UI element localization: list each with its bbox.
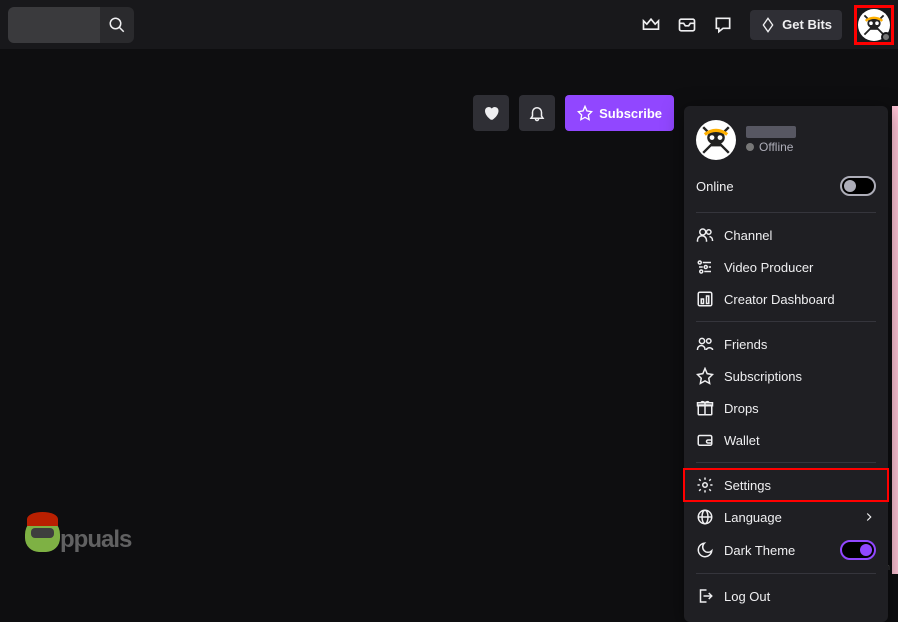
search-input[interactable] <box>8 7 100 43</box>
status-dot-icon <box>746 143 754 151</box>
menu-label: Friends <box>724 337 767 352</box>
crown-icon <box>641 15 661 35</box>
subscribe-button[interactable]: Subscribe <box>565 95 674 131</box>
menu-label: Wallet <box>724 433 760 448</box>
menu-item-friends[interactable]: Friends <box>684 328 888 360</box>
menu-label: Channel <box>724 228 772 243</box>
chat-icon <box>713 15 733 35</box>
get-bits-button[interactable]: Get Bits <box>750 10 842 40</box>
menu-label: Settings <box>724 478 771 493</box>
menu-divider <box>696 212 876 213</box>
menu-user-info: Offline <box>746 126 796 154</box>
whispers-button[interactable] <box>708 10 738 40</box>
menu-item-dark-theme[interactable]: Dark Theme <box>684 533 888 567</box>
drops-icon <box>696 399 714 417</box>
menu-avatar <box>696 120 736 160</box>
prime-loot-button[interactable] <box>636 10 666 40</box>
menu-item-logout[interactable]: Log Out <box>684 580 888 612</box>
menu-label: Subscriptions <box>724 369 802 384</box>
menu-label: Language <box>724 510 782 525</box>
dark-theme-toggle[interactable] <box>840 540 876 560</box>
menu-item-settings[interactable]: Settings <box>684 469 888 501</box>
menu-divider <box>696 321 876 322</box>
menu-divider <box>696 462 876 463</box>
top-bar: Get Bits <box>0 0 898 50</box>
search-button[interactable] <box>100 7 134 43</box>
watermark-text: ppuals <box>60 526 131 554</box>
star-icon <box>696 367 714 385</box>
pink-edge-strip <box>892 106 898 574</box>
search-icon <box>108 16 126 34</box>
menu-item-video-producer[interactable]: Video Producer <box>684 251 888 283</box>
watermark: ppuals <box>25 517 131 554</box>
status-text: Offline <box>759 140 793 154</box>
gear-icon <box>696 476 714 494</box>
moon-icon <box>696 541 714 559</box>
inbox-icon <box>677 15 697 35</box>
menu-item-drops[interactable]: Drops <box>684 392 888 424</box>
chevron-right-icon <box>862 510 876 524</box>
subscribe-label: Subscribe <box>599 106 662 121</box>
dashboard-icon <box>696 290 714 308</box>
status-dot <box>881 32 891 42</box>
top-icons: Get Bits <box>636 9 890 41</box>
online-toggle-row: Online <box>684 170 888 206</box>
online-toggle[interactable] <box>840 176 876 196</box>
menu-status: Offline <box>746 140 796 154</box>
globe-icon <box>696 508 714 526</box>
menu-label: Drops <box>724 401 759 416</box>
menu-item-wallet[interactable]: Wallet <box>684 424 888 456</box>
get-bits-label: Get Bits <box>782 17 832 32</box>
channel-icon <box>696 226 714 244</box>
wallet-icon <box>696 431 714 449</box>
producer-icon <box>696 258 714 276</box>
online-label: Online <box>696 179 734 194</box>
logout-icon <box>696 587 714 605</box>
skull-avatar-icon <box>700 124 732 156</box>
search-box <box>8 7 134 43</box>
inbox-button[interactable] <box>672 10 702 40</box>
channel-action-row: Subscribe <box>0 95 684 131</box>
menu-label: Creator Dashboard <box>724 292 835 307</box>
bell-icon <box>528 104 546 122</box>
notifications-button[interactable] <box>519 95 555 131</box>
follow-button[interactable] <box>473 95 509 131</box>
menu-item-channel[interactable]: Channel <box>684 219 888 251</box>
menu-label: Dark Theme <box>724 543 795 558</box>
bits-icon <box>760 17 776 33</box>
menu-username-blurred <box>746 126 796 138</box>
menu-label: Video Producer <box>724 260 813 275</box>
user-avatar-button[interactable] <box>858 9 890 41</box>
menu-item-subscriptions[interactable]: Subscriptions <box>684 360 888 392</box>
friends-icon <box>696 335 714 353</box>
star-icon <box>577 105 593 121</box>
heart-icon <box>482 104 500 122</box>
menu-header: Offline <box>684 116 888 170</box>
menu-item-language[interactable]: Language <box>684 501 888 533</box>
user-dropdown-menu: Offline Online Channel Video Producer Cr… <box>684 106 888 622</box>
content-area: Subscribe Offline On <box>0 50 898 574</box>
menu-label: Log Out <box>724 589 770 604</box>
menu-item-creator-dashboard[interactable]: Creator Dashboard <box>684 283 888 315</box>
